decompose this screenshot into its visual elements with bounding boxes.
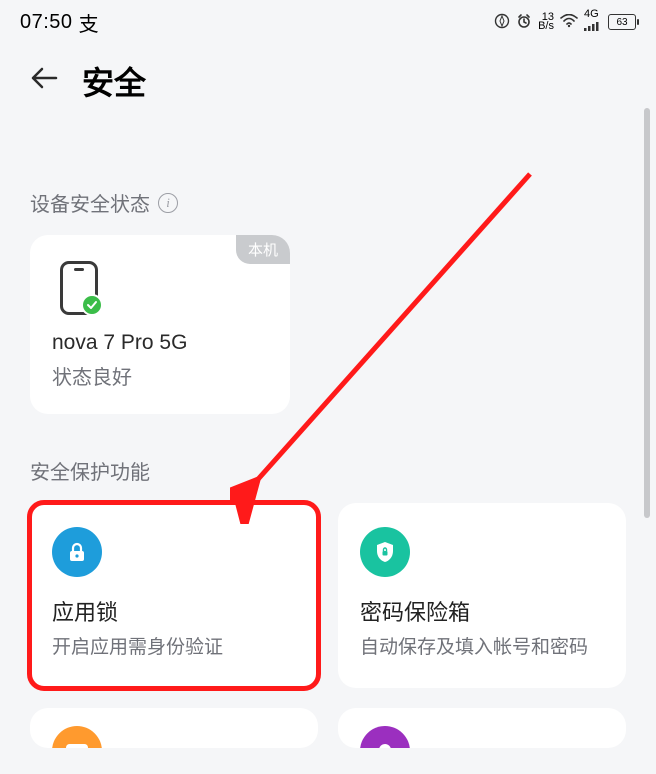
orange-icon — [52, 726, 102, 748]
card-title: 密码保险箱 — [360, 595, 604, 627]
data-speed: 13B/s — [538, 13, 554, 31]
cell-signal: 4G — [584, 10, 602, 34]
phone-icon — [60, 261, 98, 315]
battery-icon: 63 — [608, 14, 636, 30]
status-time: 07:50 — [20, 11, 73, 34]
info-icon[interactable]: i — [158, 193, 178, 213]
purple-icon — [360, 726, 410, 748]
alarm-icon — [516, 13, 532, 32]
status-bar: 07:50 支 13B/s 4G 63 — [0, 0, 656, 40]
partial-card-right[interactable] — [338, 708, 626, 748]
device-section-label: 设备安全状态 i — [30, 188, 626, 217]
lock-icon — [52, 527, 102, 577]
protect-section-label: 安全保护功能 — [30, 456, 626, 485]
wifi-icon — [560, 14, 578, 31]
check-icon — [81, 294, 103, 316]
scroll-bar[interactable] — [644, 108, 650, 518]
card-title: 应用锁 — [52, 595, 296, 627]
local-badge: 本机 — [236, 235, 290, 264]
app-lock-card[interactable]: 应用锁 开启应用需身份验证 — [30, 503, 318, 688]
vpn-icon — [494, 13, 510, 32]
header: 安全 — [0, 40, 656, 128]
status-right: 13B/s 4G 63 — [494, 10, 636, 34]
page-title: 安全 — [82, 58, 146, 104]
password-vault-card[interactable]: 密码保险箱 自动保存及填入帐号和密码 — [338, 503, 626, 688]
vault-icon — [360, 527, 410, 577]
card-desc: 开启应用需身份验证 — [52, 635, 296, 662]
card-desc: 自动保存及填入帐号和密码 — [360, 635, 604, 662]
device-name: nova 7 Pro 5G — [52, 331, 268, 355]
partial-card-left[interactable] — [30, 708, 318, 748]
device-status: 状态良好 — [52, 361, 268, 390]
device-card[interactable]: 本机 nova 7 Pro 5G 状态良好 — [30, 235, 290, 414]
back-arrow-icon[interactable] — [30, 66, 58, 96]
alipay-icon: 支 — [79, 8, 100, 37]
